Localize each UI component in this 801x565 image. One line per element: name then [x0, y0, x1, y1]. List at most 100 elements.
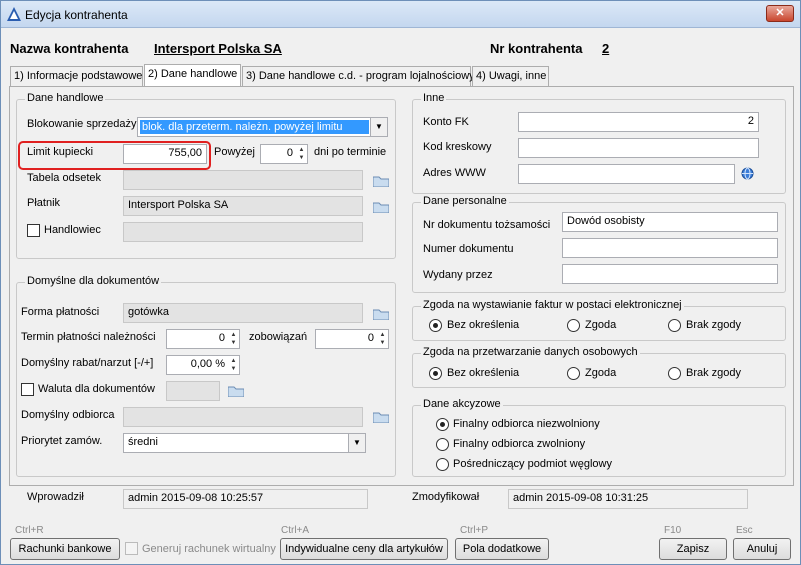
chevron-down-icon[interactable]: ▼	[348, 434, 365, 452]
wprowadzil-field: admin 2015-09-08 10:25:57	[123, 489, 368, 509]
pola-shortcut: Ctrl+P	[460, 525, 489, 536]
globe-icon[interactable]	[741, 167, 754, 180]
nr-dokumentu-input[interactable]: Dowód osobisty	[562, 212, 778, 232]
waluta-label: Waluta dla dokumentów	[38, 383, 155, 395]
tabela-odsetek-field[interactable]	[123, 170, 363, 190]
priorytet-select[interactable]: średni ▼	[123, 433, 366, 453]
radio-dane-brak-zgody[interactable]	[668, 367, 681, 380]
save-button[interactable]: Zapisz	[659, 538, 727, 560]
generuj-checkbox[interactable]	[125, 542, 138, 555]
odbiorca-field[interactable]	[123, 407, 363, 427]
adres-www-label: Adres WWW	[423, 167, 486, 179]
radio-faktury-zgoda[interactable]	[567, 319, 580, 332]
spin-buttons[interactable]: ▲ ▼	[378, 331, 387, 347]
spin-up-icon[interactable]: ▲	[229, 331, 238, 339]
rachunki-shortcut: Ctrl+R	[15, 525, 44, 536]
priorytet-value: średni	[128, 436, 158, 448]
rabat-stepper[interactable]: 0,00 % ▲ ▼	[166, 355, 240, 375]
spin-buttons[interactable]: ▲ ▼	[297, 146, 306, 162]
radio-akcyza-zwolniony[interactable]	[436, 438, 449, 451]
dni-po-terminie-label: dni po terminie	[314, 146, 387, 158]
radio-label: Bez określenia	[447, 367, 520, 379]
numer-dokumentu-input[interactable]	[562, 238, 778, 258]
cancel-button[interactable]: Anuluj	[733, 538, 791, 560]
group-caption: Dane handlowe	[25, 92, 106, 104]
zobowiazan-value: 0	[367, 332, 374, 344]
app-logo-icon	[7, 7, 21, 21]
spin-down-icon[interactable]: ▼	[229, 365, 238, 373]
folder-icon[interactable]	[373, 308, 389, 320]
radio-akcyza-niezwolniony[interactable]	[436, 418, 449, 431]
rachunki-bankowe-button[interactable]: Rachunki bankowe	[10, 538, 120, 560]
radio-dane-bez-okreslenia[interactable]	[429, 367, 442, 380]
zmodyfikowal-field: admin 2015-09-08 10:31:25	[508, 489, 748, 509]
group-caption: Zgoda na wystawianie faktur w postaci el…	[421, 299, 684, 311]
adres-www-input[interactable]	[518, 164, 735, 184]
spin-up-icon[interactable]: ▲	[229, 357, 238, 365]
spin-down-icon[interactable]: ▼	[297, 154, 306, 162]
konto-fk-input[interactable]: 2	[518, 112, 759, 132]
contractor-name-label: Nazwa kontrahenta	[10, 41, 129, 56]
spin-up-icon[interactable]: ▲	[378, 331, 387, 339]
platnik-label: Płatnik	[27, 197, 61, 209]
group-caption: Zgoda na przetwarzanie danych osobowych	[421, 346, 640, 358]
contractor-name-value: Intersport Polska SA	[154, 41, 282, 56]
indywidualne-ceny-button[interactable]: Indywidualne ceny dla artykułów	[280, 538, 448, 560]
tab-dane-handlowe[interactable]: 2) Dane handlowe	[144, 64, 241, 87]
tab-dane-handlowe-cd[interactable]: 3) Dane handlowe c.d. - program lojalnoś…	[242, 66, 475, 86]
group-caption: Dane akcyzowe	[421, 398, 503, 410]
blokowanie-label: Blokowanie sprzedaży	[27, 118, 137, 130]
radio-label: Zgoda	[585, 367, 617, 379]
spin-down-icon[interactable]: ▼	[229, 339, 238, 347]
pola-dodatkowe-button[interactable]: Pola dodatkowe	[455, 538, 549, 560]
folder-icon[interactable]	[228, 385, 244, 397]
powyzej-label: Powyżej	[214, 146, 255, 158]
radio-akcyza-posredniczacy[interactable]	[436, 458, 449, 471]
limit-kupiecki-input[interactable]: 755,00	[123, 144, 207, 164]
spin-down-icon[interactable]: ▼	[378, 339, 387, 347]
forma-platnosci-field[interactable]: gotówka	[123, 303, 363, 323]
priorytet-label: Priorytet zamów.	[21, 435, 103, 447]
tab-informacje-podstawowe[interactable]: 1) Informacje podstawowe	[10, 66, 143, 86]
platnik-field[interactable]: Intersport Polska SA	[123, 196, 363, 216]
group-caption: Dane personalne	[421, 195, 509, 207]
spin-up-icon[interactable]: ▲	[297, 146, 306, 154]
folder-icon[interactable]	[373, 175, 389, 187]
handlowiec-label: Handlowiec	[44, 224, 101, 236]
radio-faktury-brak-zgody[interactable]	[668, 319, 681, 332]
folder-icon[interactable]	[373, 201, 389, 213]
termin-value: 0	[218, 332, 225, 344]
zobowiazan-label: zobowiązań	[249, 331, 308, 343]
kod-kreskowy-label: Kod kreskowy	[423, 141, 492, 153]
nr-dokumentu-label: Nr dokumentu tożsamości	[423, 219, 551, 231]
group-caption: Inne	[421, 92, 447, 104]
spin-buttons[interactable]: ▲ ▼	[229, 357, 238, 373]
radio-dane-zgoda[interactable]	[567, 367, 580, 380]
wprowadzil-label: Wprowadził	[27, 491, 84, 503]
numer-dokumentu-label: Numer dokumentu	[423, 243, 514, 255]
blokowanie-select[interactable]: blok. dla przeterm. należn. powyżej limi…	[137, 117, 388, 137]
folder-icon[interactable]	[373, 411, 389, 423]
tab-uwagi-inne[interactable]: 4) Uwagi, inne	[472, 66, 549, 86]
odbiorca-label: Domyślny odbiorca	[21, 409, 115, 421]
wydany-przez-input[interactable]	[562, 264, 778, 284]
close-button[interactable]: ✕	[766, 5, 794, 22]
waluta-field[interactable]	[166, 381, 220, 401]
konto-fk-label: Konto FK	[423, 116, 469, 128]
contractor-number-value: 2	[602, 41, 610, 56]
waluta-checkbox[interactable]	[21, 383, 34, 396]
handlowiec-checkbox[interactable]	[27, 224, 40, 237]
anuluj-shortcut: Esc	[736, 525, 753, 536]
spin-buttons[interactable]: ▲ ▼	[229, 331, 238, 347]
handlowiec-field[interactable]	[123, 222, 363, 242]
ceny-shortcut: Ctrl+A	[281, 525, 310, 536]
chevron-down-icon[interactable]: ▼	[370, 118, 387, 136]
termin-stepper[interactable]: 0 ▲ ▼	[166, 329, 240, 349]
radio-label: Bez określenia	[447, 319, 520, 331]
radio-label: Finalny odbiorca zwolniony	[453, 438, 586, 450]
zobowiazan-stepper[interactable]: 0 ▲ ▼	[315, 329, 389, 349]
powyzej-stepper[interactable]: 0 ▲ ▼	[260, 144, 308, 164]
zmodyfikowal-label: Zmodyfikował	[412, 491, 480, 503]
kod-kreskowy-input[interactable]	[518, 138, 759, 158]
radio-faktury-bez-okreslenia[interactable]	[429, 319, 442, 332]
